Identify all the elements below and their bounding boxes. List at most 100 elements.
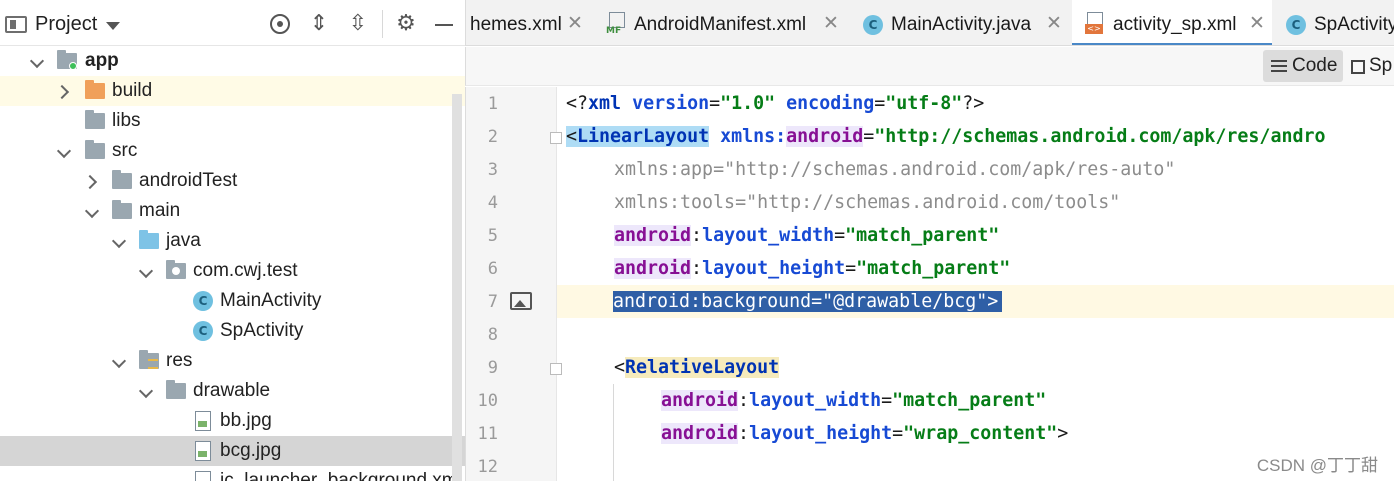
tree-item-package[interactable]: com.cwj.test xyxy=(0,256,465,286)
class-icon: C xyxy=(193,321,213,341)
project-panel: Project ⇕ ⇳ ⚙ app build libs src android… xyxy=(0,0,465,481)
project-tree: app build libs src androidTest main java… xyxy=(0,46,465,481)
chevron-down-icon[interactable] xyxy=(57,144,71,158)
code-line-9: <RelativeLayout xyxy=(614,357,780,378)
tree-item-label: bcg.jpg xyxy=(220,440,282,461)
tree-item-label: app xyxy=(85,50,119,71)
class-icon: C xyxy=(1286,15,1306,35)
tree-item-label: androidTest xyxy=(139,170,238,191)
line-number: 4 xyxy=(487,193,498,213)
tab-android-manifest[interactable]: MF AndroidManifest.xml ✕ xyxy=(596,0,851,45)
chevron-down-icon[interactable] xyxy=(85,204,99,218)
fold-toggle-icon[interactable] xyxy=(550,363,562,375)
code-view-label: Code xyxy=(1292,55,1338,76)
expand-all-icon[interactable]: ⇕ xyxy=(307,12,331,36)
tab-themes-xml[interactable]: hemes.xml ✕ xyxy=(466,0,594,45)
tab-activity-sp-xml[interactable]: <> activity_sp.xml ✕ xyxy=(1072,0,1272,45)
tree-item-label: main xyxy=(139,200,181,221)
tree-item-src[interactable]: src xyxy=(0,136,465,166)
code-line-7: android:background="@drawable/bcg"> xyxy=(613,285,1003,318)
editor-tab-bar: hemes.xml ✕ MF AndroidManifest.xml ✕ C M… xyxy=(465,0,1394,46)
select-opened-file-icon[interactable] xyxy=(268,12,292,36)
close-icon[interactable]: ✕ xyxy=(1046,12,1062,34)
line-number: 1 xyxy=(487,94,498,114)
tree-item-label: src xyxy=(112,140,138,161)
manifest-file-icon: MF xyxy=(606,12,628,36)
code-line-10: android:layout_width="match_parent" xyxy=(661,390,1047,411)
code-line-1: <?xml version="1.0" encoding="utf-8"?> xyxy=(566,93,985,114)
module-folder-icon xyxy=(57,50,77,70)
fold-toggle-icon[interactable] xyxy=(550,132,562,144)
line-number: 9 xyxy=(487,358,498,378)
split-view-icon xyxy=(1351,60,1365,74)
code-editor[interactable]: 1 2 3 4 5 6 7 8 9 10 11 12 <?xml version… xyxy=(465,87,1394,481)
chevron-down-icon[interactable] xyxy=(106,22,120,30)
code-view-icon xyxy=(1271,60,1287,72)
class-icon: C xyxy=(863,15,883,35)
tree-item-main[interactable]: main xyxy=(0,196,465,226)
tree-item-res[interactable]: res xyxy=(0,346,465,376)
tree-scrollbar[interactable] xyxy=(452,94,462,481)
package-icon xyxy=(166,260,186,279)
project-view-icon xyxy=(5,16,27,33)
tree-item-mainactivity[interactable]: C MainActivity xyxy=(0,286,465,316)
tree-item-label: MainActivity xyxy=(220,290,322,311)
tab-label: activity_sp.xml xyxy=(1113,14,1237,35)
tree-item-bcg-jpg[interactable]: bcg.jpg xyxy=(0,436,465,466)
xml-file-icon xyxy=(195,471,211,481)
indent-guide xyxy=(613,384,614,481)
tree-item-java[interactable]: java xyxy=(0,226,465,256)
folder-icon xyxy=(166,380,186,399)
close-icon[interactable]: ✕ xyxy=(823,12,839,34)
code-line-6: android:layout_height="match_parent" xyxy=(614,258,1011,279)
toolbar-separator xyxy=(382,10,383,38)
line-number: 11 xyxy=(477,424,498,444)
gear-icon[interactable]: ⚙ xyxy=(394,12,418,36)
chevron-down-icon[interactable] xyxy=(112,354,126,368)
chevron-down-icon[interactable] xyxy=(112,234,126,248)
tree-item-label: com.cwj.test xyxy=(193,260,298,281)
tab-mainactivity-java[interactable]: C MainActivity.java ✕ xyxy=(853,0,1068,45)
project-view-selector[interactable]: Project xyxy=(35,13,97,36)
chevron-down-icon[interactable] xyxy=(139,264,153,278)
image-preview-icon[interactable] xyxy=(510,292,532,310)
line-number: 3 xyxy=(487,160,498,180)
chevron-down-icon[interactable] xyxy=(30,54,44,68)
editor-gutter: 1 2 3 4 5 6 7 8 9 10 11 12 xyxy=(466,87,557,481)
folder-icon xyxy=(112,200,132,219)
line-number: 10 xyxy=(477,391,498,411)
close-icon[interactable]: ✕ xyxy=(1249,12,1265,34)
text-selection: android:background="@drawable/bcg"> xyxy=(613,291,1003,312)
tree-item-label: SpActivity xyxy=(220,320,304,341)
chevron-right-icon[interactable] xyxy=(57,84,71,98)
split-view-button[interactable]: Sp xyxy=(1348,50,1394,82)
tree-item-bb-jpg[interactable]: bb.jpg xyxy=(0,406,465,436)
close-icon[interactable]: ✕ xyxy=(567,12,583,34)
tree-item-label: java xyxy=(166,230,201,251)
tree-item-libs[interactable]: libs xyxy=(0,106,465,136)
excluded-folder-icon xyxy=(85,80,105,99)
collapse-all-icon[interactable]: ⇳ xyxy=(346,12,370,36)
code-line-4: xmlns:tools="http://schemas.android.com/… xyxy=(614,192,1121,213)
line-number: 6 xyxy=(487,259,498,279)
chevron-right-icon[interactable] xyxy=(85,174,99,188)
watermark: CSDN @丁丁甜 xyxy=(1256,456,1378,475)
project-panel-header: Project ⇕ ⇳ ⚙ xyxy=(0,0,465,46)
image-file-icon xyxy=(195,441,211,461)
tree-item-app[interactable]: app xyxy=(0,46,465,76)
tree-item-ic-launcher-background[interactable]: ic_launcher_background.xml xyxy=(0,466,465,481)
folder-icon xyxy=(85,110,105,129)
tree-item-build[interactable]: build xyxy=(0,76,465,106)
class-icon: C xyxy=(193,291,213,311)
minimize-icon[interactable] xyxy=(433,12,457,36)
tree-item-spactivity[interactable]: C SpActivity xyxy=(0,316,465,346)
chevron-down-icon[interactable] xyxy=(139,384,153,398)
editor-toolbar: Code Sp xyxy=(465,47,1394,86)
tree-item-androidtest[interactable]: androidTest xyxy=(0,166,465,196)
code-view-button[interactable]: Code xyxy=(1263,50,1343,82)
tree-item-label: libs xyxy=(112,110,141,131)
tree-item-drawable[interactable]: drawable xyxy=(0,376,465,406)
tab-spactivity[interactable]: C SpActivity xyxy=(1276,0,1394,45)
xml-file-icon: <> xyxy=(1085,12,1105,36)
line-number: 2 xyxy=(487,127,498,147)
